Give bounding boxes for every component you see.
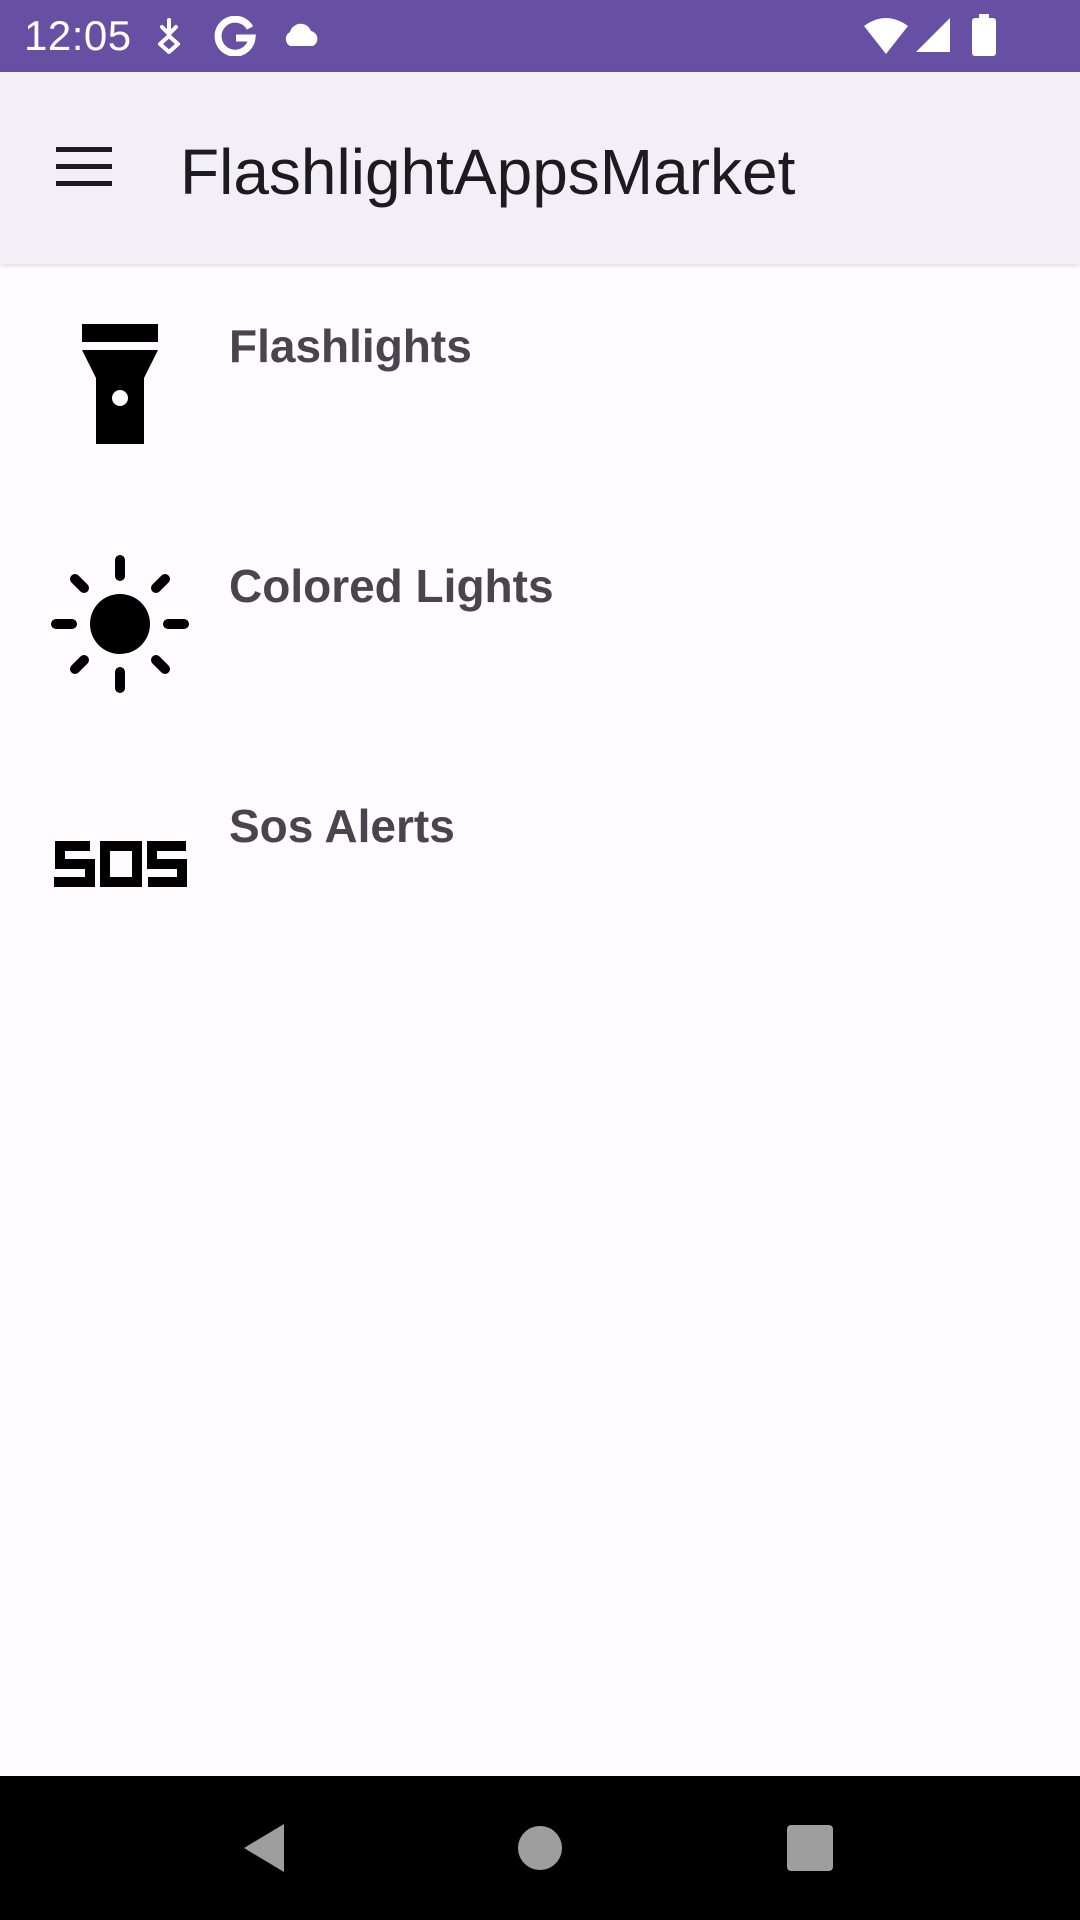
list-item-flashlights[interactable]: Flashlights [0,264,1080,504]
status-time: 12:05 [24,12,132,59]
sos-icon [48,792,192,936]
cellular-signal-icon [914,16,952,54]
list-item-label: Colored Lights [229,560,554,612]
hamburger-menu-icon [54,145,114,192]
status-bar: 12:05 [0,0,1080,72]
google-icon [214,16,256,56]
navigation-bar [0,1776,1080,1920]
list-item-label: Sos Alerts [229,800,455,852]
sun-icon [48,552,192,696]
list-item-label: Flashlights [229,320,472,372]
menu-button[interactable] [36,108,132,228]
list-item-colored-lights[interactable]: Colored Lights [0,504,1080,744]
battery-icon [970,14,998,56]
cloud-icon [280,22,322,48]
flashlight-icon [48,312,192,456]
app-title: FlashlightAppsMarket [180,136,796,208]
list-item-sos-alerts[interactable]: Sos Alerts [0,744,1080,984]
recents-icon[interactable] [774,1812,846,1884]
back-icon[interactable] [228,1812,300,1884]
home-icon[interactable] [504,1812,576,1884]
wifi-icon [862,16,910,56]
download-notification-icon [154,18,184,54]
